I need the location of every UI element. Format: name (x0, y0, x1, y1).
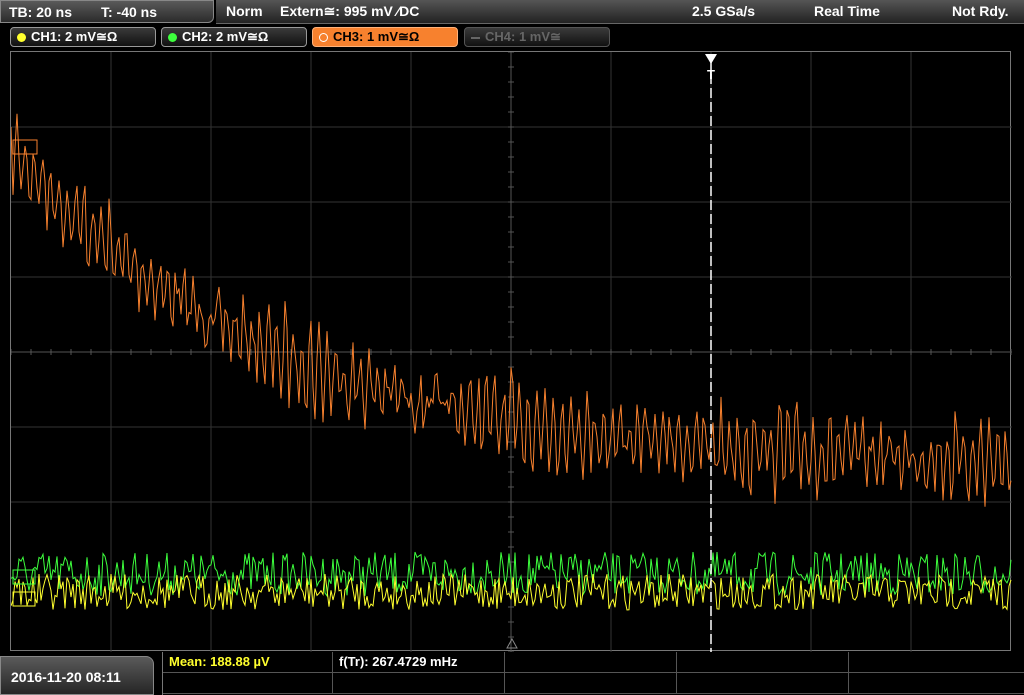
center-marker-icon (506, 637, 518, 649)
meas-cell-mean: Mean: 188.88 µV (163, 652, 333, 673)
trigger-source-label: Extern≅: 995 mV ⁄DC (280, 3, 420, 19)
bottom-bar: 2016-11-20 08:11 Mean: 188.88 µV f(Tr): … (0, 652, 1024, 695)
ch3-label: CH3: 1 mV≅Ω (333, 29, 420, 44)
meas-cell-10 (849, 673, 1024, 694)
ch4-dash-icon (471, 37, 480, 39)
ch3-button[interactable]: CH3: 1 mV≅Ω (312, 27, 458, 47)
ch2-dot-icon (168, 33, 177, 42)
measurement-table[interactable]: Mean: 188.88 µV f(Tr): 267.4729 mHz (162, 652, 1024, 695)
ch1-dot-icon (17, 33, 26, 42)
meas-cell-3 (505, 652, 677, 673)
meas-cell-6 (163, 673, 333, 694)
mean-measurement: Mean: 188.88 µV (169, 654, 270, 669)
waveform-display[interactable]: T (10, 51, 1012, 652)
waveform-svg: T (11, 52, 1012, 652)
acquisition-status[interactable]: Norm Extern≅: 995 mV ⁄DC 2.5 GSa/s Real … (216, 0, 1024, 24)
ch1-label: CH1: 2 mV≅Ω (31, 29, 118, 44)
meas-cell-8 (505, 673, 677, 694)
ch4-button[interactable]: CH4: 1 mV≅ (464, 27, 610, 47)
ch3-dot-icon (319, 33, 328, 42)
ch4-label: CH4: 1 mV≅ (485, 29, 561, 44)
top-status-bar: TB: 20 ns T: -40 ns Norm Extern≅: 995 mV… (0, 0, 1024, 24)
meas-cell-freq: f(Tr): 267.4729 mHz (333, 652, 505, 673)
datetime-label: 2016-11-20 08:11 (11, 669, 121, 685)
sample-rate-label: 2.5 GSa/s (692, 3, 756, 19)
timebase-label: TB: 20 ns (9, 4, 73, 20)
trigger-arrow-icon (705, 54, 717, 64)
trigger-time-label: T: -40 ns (101, 4, 158, 20)
ch1-button[interactable]: CH1: 2 mV≅Ω (10, 27, 156, 47)
ch2-button[interactable]: CH2: 2 mV≅Ω (161, 27, 307, 47)
acq-mode-label: Real Time (814, 3, 880, 19)
meas-cell-9 (677, 673, 849, 694)
timebase-box[interactable]: TB: 20 ns T: -40 ns (0, 0, 214, 23)
meas-cell-5 (849, 652, 1024, 673)
datetime-box: 2016-11-20 08:11 (0, 656, 154, 695)
trigger-marker: T (707, 67, 715, 82)
meas-cell-7 (333, 673, 505, 694)
meas-cell-4 (677, 652, 849, 673)
run-state-label: Not Rdy. (952, 3, 1009, 19)
ch2-label: CH2: 2 mV≅Ω (182, 29, 269, 44)
trigger-mode-label: Norm (226, 3, 263, 19)
freq-measurement: f(Tr): 267.4729 mHz (339, 654, 458, 669)
